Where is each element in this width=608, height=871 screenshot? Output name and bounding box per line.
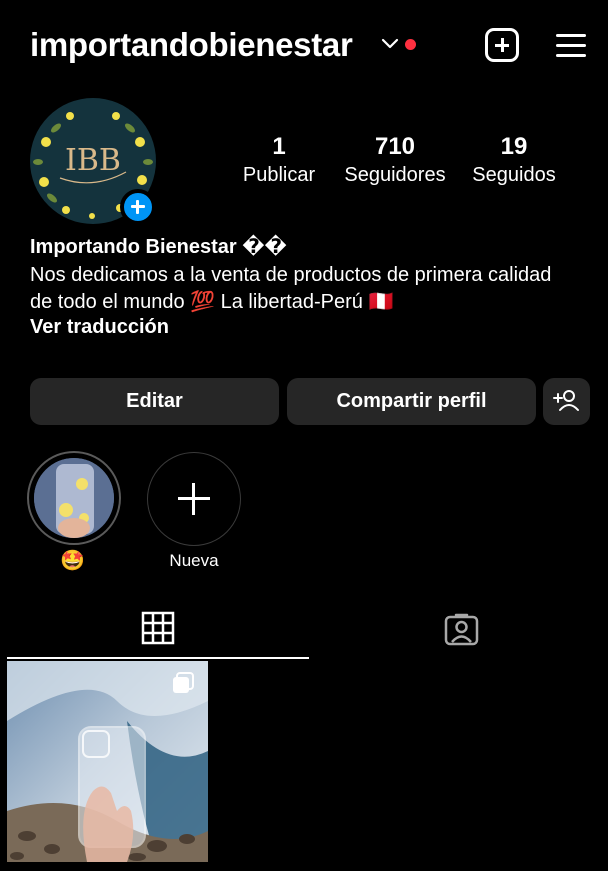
grid-icon[interactable] — [141, 611, 175, 645]
notification-dot — [405, 39, 416, 50]
plus-square-icon[interactable] — [485, 28, 519, 62]
add-person-icon — [553, 390, 579, 411]
highlight-image[interactable] — [34, 458, 114, 538]
chevron-down-icon[interactable] — [381, 36, 399, 50]
stat-following-value: 19 — [500, 133, 528, 160]
hamburger-menu-icon[interactable] — [556, 32, 588, 58]
share-profile-button[interactable]: Compartir perfil — [287, 378, 536, 425]
stat-following-label: Seguidos — [472, 164, 556, 186]
stat-posts-label: Publicar — [242, 164, 316, 186]
top-bar: importandobienestar — [0, 0, 608, 90]
profile-bio: Nos dedicamos a la venta de productos de… — [30, 262, 590, 316]
add-story-plus-icon[interactable] — [120, 189, 156, 225]
stat-posts[interactable]: 1 Publicar — [234, 132, 324, 188]
bio-line-1: Nos dedicamos a la venta de productos de… — [30, 264, 552, 286]
stat-followers-label: Seguidores — [344, 164, 446, 186]
username-title[interactable]: importandobienestar — [30, 26, 353, 64]
new-highlight-button[interactable] — [147, 452, 241, 546]
stat-followers-value: 710 — [374, 133, 416, 160]
new-highlight-label: Nueva — [169, 551, 219, 570]
add-person-button[interactable] — [543, 378, 590, 425]
bio-line-2: de todo el mundo 💯 La libertad-Perú 🇵🇪 — [30, 291, 394, 313]
stat-posts-value: 1 — [272, 133, 286, 160]
edit-profile-button[interactable]: Editar — [30, 378, 279, 425]
active-tab-indicator — [7, 657, 309, 659]
multiple-images-icon — [173, 672, 194, 693]
see-translation-link[interactable]: Ver traducción — [30, 316, 169, 339]
highlight-label: 🤩 — [60, 550, 85, 572]
avatar-monogram: IBB — [65, 143, 121, 178]
profile-display-name: Importando Bienestar �� — [30, 236, 287, 258]
stat-following[interactable]: 19 Seguidos — [465, 132, 563, 188]
tagged-icon[interactable] — [444, 611, 479, 646]
stat-followers[interactable]: 710 Seguidores — [337, 132, 453, 188]
